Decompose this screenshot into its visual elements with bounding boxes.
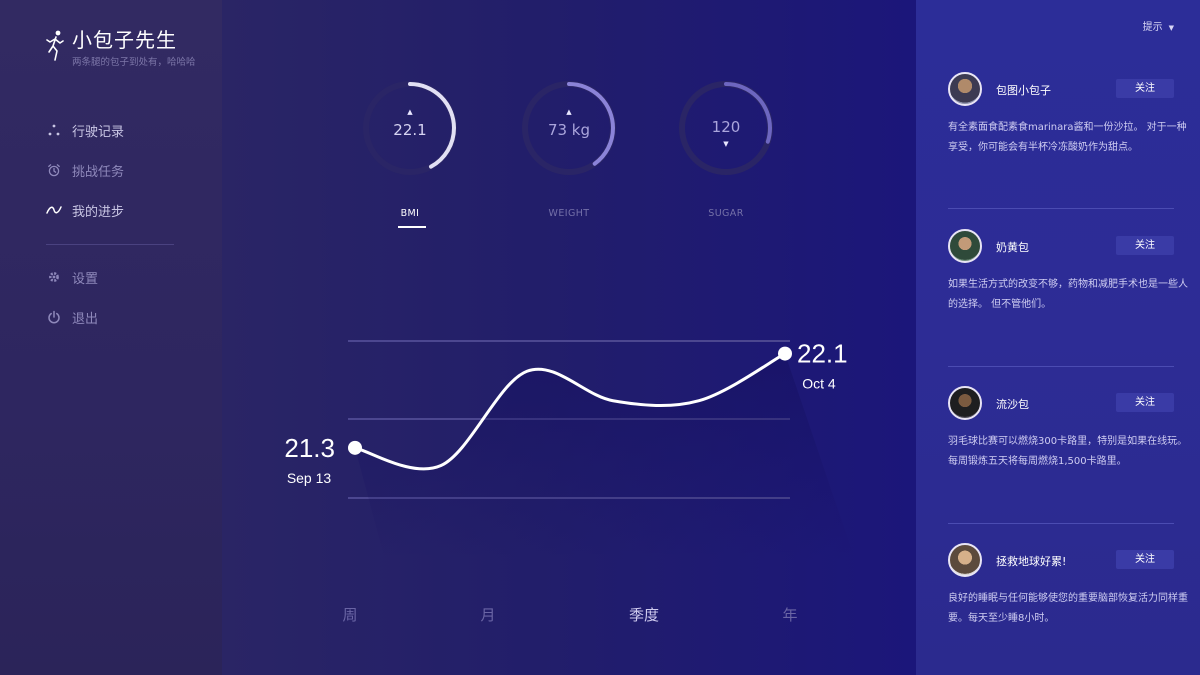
period-year[interactable]: 年 — [760, 604, 820, 625]
end-value-label: 22.1 — [797, 339, 848, 369]
post-username[interactable]: 拯救地球好累! — [996, 553, 1066, 569]
period-week[interactable]: 周 — [320, 604, 380, 625]
nav-item-logout[interactable]: 退出 — [46, 297, 178, 337]
gauge-value: 73 kg — [547, 121, 591, 139]
avatar[interactable] — [948, 229, 982, 263]
main-panel: ▲ 22.1 BMI ▲ 73 kg WEIGHT 120 ▼ SUGAR 21… — [222, 0, 916, 675]
runner-logo-icon — [46, 30, 64, 61]
gear-icon — [46, 269, 62, 285]
app-tagline: 两条腿的包子到处有，哈哈哈 — [72, 57, 196, 68]
follow-button[interactable]: 关注 — [1116, 79, 1174, 98]
tab-weight[interactable]: WEIGHT — [519, 208, 619, 219]
nav-item-label: 行驶记录 — [72, 124, 125, 140]
progress-line-chart: 21.3 Sep 13 22.1 Oct 4 — [284, 339, 855, 560]
up-arrow-icon: ▲ — [566, 108, 572, 116]
chevron-down-icon: ▼ — [1168, 24, 1174, 32]
post-username[interactable]: 包图小包子 — [996, 82, 1051, 98]
tab-sugar[interactable]: SUGAR — [676, 208, 776, 219]
nav-item-label: 退出 — [72, 311, 99, 327]
nav-item-label: 设置 — [72, 271, 99, 287]
post-divider — [948, 366, 1174, 367]
gauge-value: 22.1 — [393, 121, 427, 139]
nav-item-driving-record[interactable]: 行驶记录 — [46, 110, 178, 150]
post-username[interactable]: 奶黄包 — [996, 239, 1029, 255]
start-point[interactable] — [348, 440, 362, 455]
app-title: 小包子先生 — [72, 28, 177, 52]
sidebar: 小包子先生 两条腿的包子到处有，哈哈哈 行驶记录 挑战任务 我的进步 设置 退出 — [0, 0, 222, 675]
nav-item-settings[interactable]: 设置 — [46, 257, 178, 297]
nav-item-label: 挑战任务 — [72, 164, 125, 180]
gauge-weight[interactable]: ▲ 73 kg — [519, 78, 619, 178]
gauge-sugar[interactable]: 120 ▼ — [676, 78, 776, 178]
nav-item-label: 我的进步 — [72, 204, 125, 220]
down-arrow-icon: ▼ — [723, 140, 729, 148]
nav-divider — [46, 244, 174, 245]
active-tab-underline — [398, 226, 426, 228]
dots-icon — [46, 122, 62, 138]
follow-button[interactable]: 关注 — [1116, 550, 1174, 569]
post-text: 羽毛球比赛可以燃烧300卡路里，特别是如果在线玩。每周锻炼五天将每周燃烧1,50… — [948, 436, 1188, 467]
follow-button[interactable]: 关注 — [1116, 393, 1174, 412]
alarm-clock-icon — [46, 162, 62, 178]
hint-label: 提示 — [1142, 22, 1163, 33]
power-icon — [46, 309, 62, 325]
hint-dropdown[interactable]: 提示 ▼ — [1143, 18, 1174, 33]
line-area-shadow — [355, 353, 855, 560]
end-point[interactable] — [778, 346, 792, 361]
follow-button[interactable]: 关注 — [1116, 236, 1174, 255]
start-date-label: Sep 13 — [287, 470, 332, 486]
end-date-label: Oct 4 — [802, 376, 836, 392]
start-value-label: 21.3 — [284, 433, 335, 463]
sidebar-nav: 行驶记录 挑战任务 我的进步 设置 退出 — [46, 110, 178, 337]
social-feed: 提示 ▼ 包图小包子 关注 有全素面食配素食marinara酱和一份沙拉。 对于一… — [916, 0, 1200, 675]
avatar[interactable] — [948, 386, 982, 420]
avatar[interactable] — [948, 72, 982, 106]
period-quarter[interactable]: 季度 — [614, 604, 674, 625]
post-username[interactable]: 流沙包 — [996, 396, 1029, 412]
up-arrow-icon: ▲ — [407, 108, 413, 116]
gauge-value: 120 — [711, 118, 741, 136]
post-text: 良好的睡眠与任何能够使您的重要脑部恢复活力同样重要。每天至少睡8小时。 — [948, 593, 1188, 624]
post-text: 如果生活方式的改变不够，药物和减肥手术也是一些人的选择。 但不管他们。 — [948, 279, 1188, 310]
post-text: 有全素面食配素食marinara酱和一份沙拉。 对于一种享受，你可能会有半杯冷冻… — [948, 122, 1187, 153]
period-month[interactable]: 月 — [458, 604, 518, 625]
tab-bmi[interactable]: BMI — [360, 208, 460, 219]
post-divider — [948, 208, 1174, 209]
post-divider — [948, 523, 1174, 524]
gauge-bmi[interactable]: ▲ 22.1 — [360, 78, 460, 178]
avatar[interactable] — [948, 543, 982, 577]
nav-item-my-progress[interactable]: 我的进步 — [46, 190, 178, 230]
trend-line-icon — [46, 202, 62, 218]
nav-item-challenges[interactable]: 挑战任务 — [46, 150, 178, 190]
